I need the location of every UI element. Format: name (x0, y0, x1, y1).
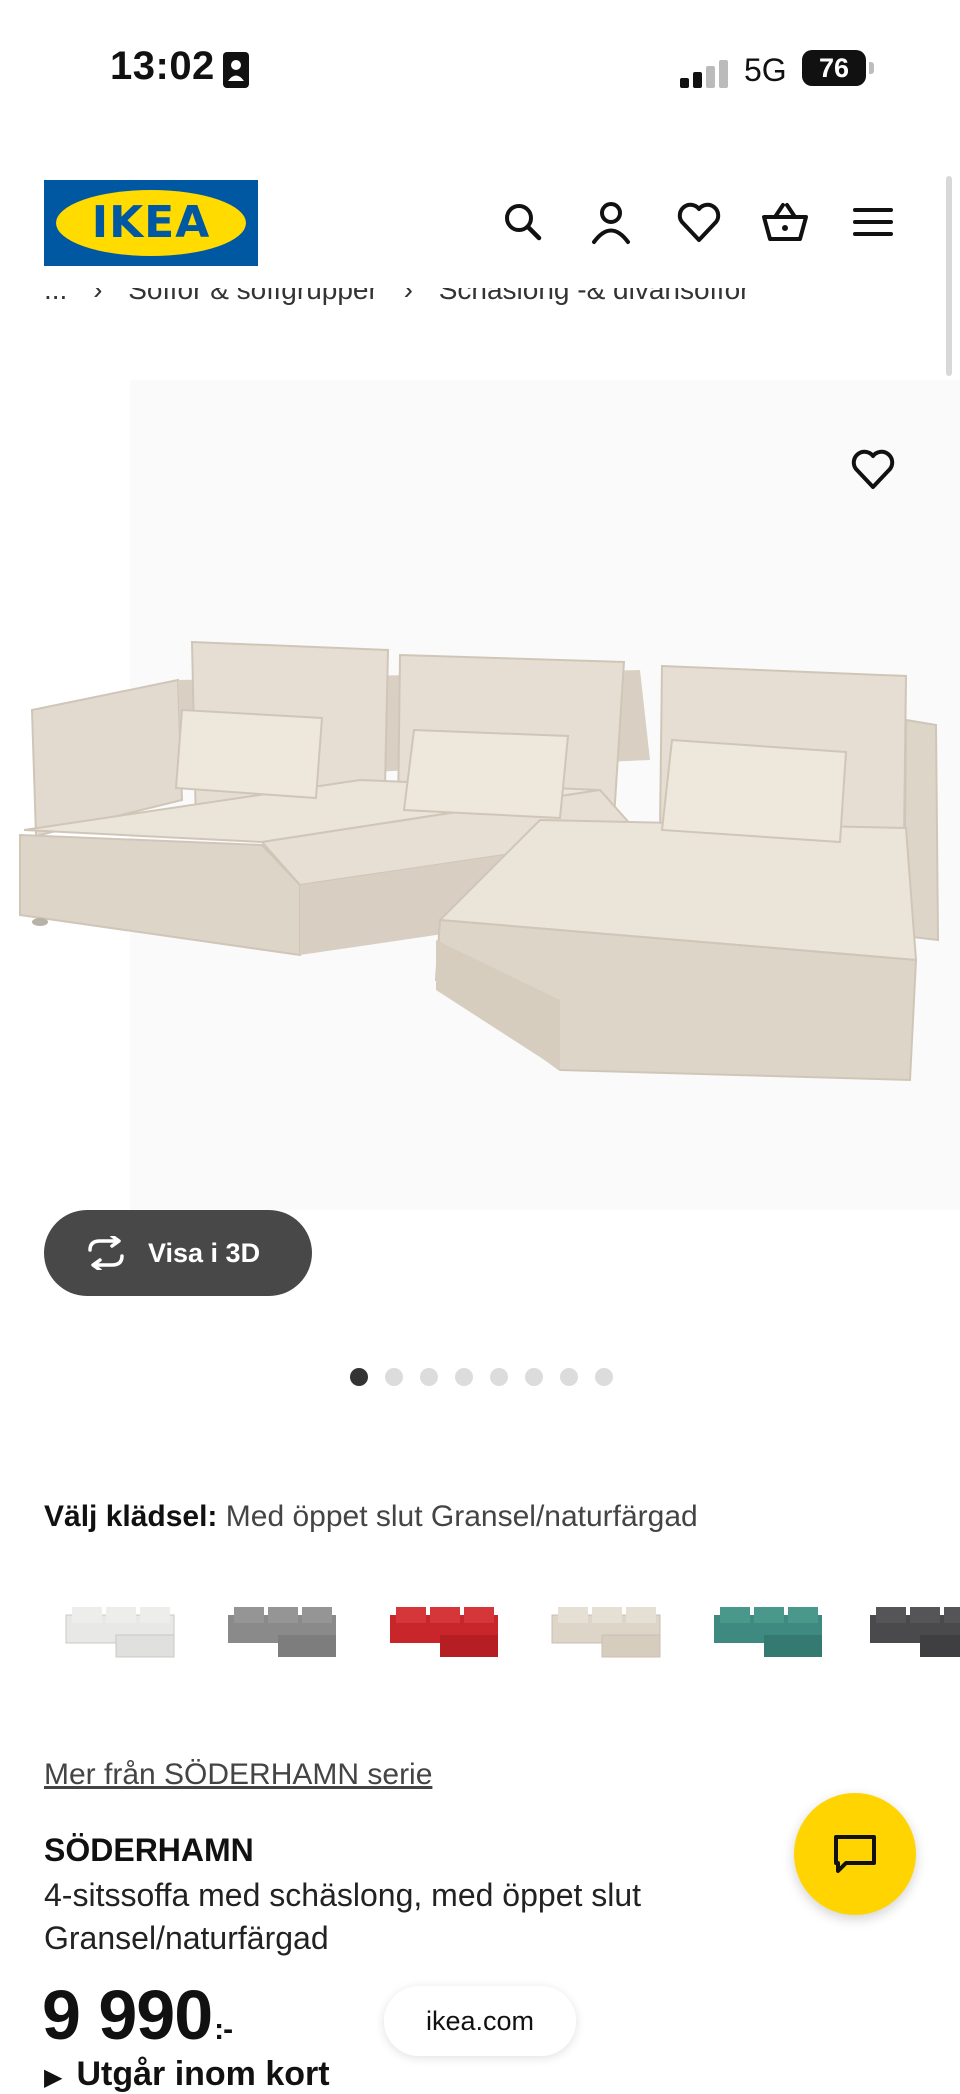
chat-icon (834, 1835, 876, 1873)
swatch-turquoise[interactable] (698, 1585, 838, 1685)
logo-text: IKEA (91, 197, 211, 248)
sofa-thumbnail (870, 1607, 960, 1657)
product-name: SÖDERHAMN (44, 1832, 254, 1868)
sofa-thumbnail (228, 1607, 336, 1657)
scrollbar[interactable] (946, 176, 952, 376)
breadcrumb-item-more[interactable]: ... (44, 288, 67, 305)
sofa-thumbnail (551, 1607, 661, 1658)
swatch-dark-grey[interactable] (860, 1585, 960, 1685)
price-value: 9 990 (42, 1976, 213, 2054)
swatch-natural[interactable] (536, 1585, 676, 1685)
carousel-dot[interactable] (350, 1368, 368, 1386)
rotate-icon (88, 1236, 124, 1270)
sofa-thumbnail (390, 1607, 498, 1657)
chat-button[interactable] (794, 1793, 916, 1915)
availability-text: Utgår inom kort (76, 2055, 330, 2093)
swatch-grey[interactable] (212, 1585, 352, 1685)
heart-icon[interactable] (674, 197, 724, 247)
ikea-logo[interactable]: IKEA (44, 180, 258, 266)
breadcrumb-item-chaise[interactable]: Schäslong -& divansoffor (439, 288, 750, 305)
product-image[interactable] (0, 380, 960, 1210)
signal-icon (680, 60, 728, 88)
carousel-dot[interactable] (595, 1368, 613, 1386)
carousel-dot[interactable] (560, 1368, 578, 1386)
product-description: 4-sitssoffa med schäslong, med öppet slu… (44, 1877, 642, 1956)
menu-icon[interactable] (848, 197, 898, 247)
carousel-dot[interactable] (385, 1368, 403, 1386)
series-link[interactable]: Mer från SÖDERHAMN serie (44, 1758, 432, 1792)
view-3d-label: Visa i 3D (148, 1238, 261, 1268)
user-icon[interactable] (586, 197, 636, 247)
search-icon[interactable] (498, 197, 548, 247)
id-card-icon (223, 52, 249, 88)
product-price: 9 990:- (42, 1975, 233, 2055)
upholstery-selector: Välj klädsel: Med öppet slut Gransel/nat… (44, 1500, 698, 1534)
view-3d-button[interactable]: Visa i 3D (44, 1210, 312, 1296)
swatch-red[interactable] (374, 1585, 514, 1685)
shopping-basket-icon[interactable] (760, 197, 810, 247)
carousel-dot[interactable] (525, 1368, 543, 1386)
sofa-thumbnail (65, 1607, 175, 1658)
battery-icon: 76 (802, 50, 874, 86)
swatch-white[interactable] (50, 1585, 190, 1685)
breadcrumb-item-sofas[interactable]: Soffor & soffgrupper (128, 288, 378, 305)
upholstery-label: Välj klädsel: (44, 1500, 218, 1533)
chevron-right-icon: › (403, 288, 413, 305)
triangle-right-icon: ▶ (44, 2064, 63, 2091)
sofa-thumbnail (714, 1607, 822, 1657)
upholstery-value: Med öppet slut Gransel/naturfärgad (225, 1500, 698, 1533)
breadcrumb: ... › Soffor & soffgrupper › Schäslong -… (44, 288, 944, 328)
status-bar: 13:02 5G 76 (0, 0, 960, 140)
chevron-right-icon: › (93, 288, 103, 305)
carousel-dot[interactable] (420, 1368, 438, 1386)
price-suffix: :- (214, 2013, 233, 2046)
carousel-dot[interactable] (455, 1368, 473, 1386)
network-type: 5G (744, 52, 787, 88)
availability-status: ▶ Utgår inom kort (44, 2055, 330, 2094)
status-time: 13:02 (110, 44, 215, 88)
favorite-heart-icon[interactable] (848, 444, 898, 494)
carousel-dot[interactable] (490, 1368, 508, 1386)
browser-url-bar[interactable]: ikea.com (384, 1986, 576, 2056)
battery-level: 76 (802, 50, 866, 86)
